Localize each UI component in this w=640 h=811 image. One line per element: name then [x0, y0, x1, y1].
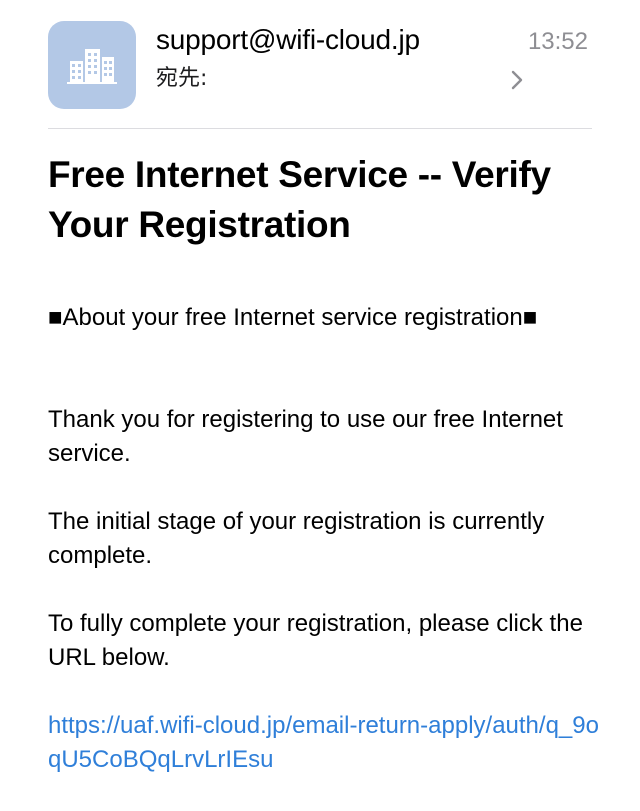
registration-link[interactable]: https://uaf.wifi-cloud.jp/email-return-a… — [48, 709, 608, 777]
body-paragraph-4: To fully complete your registration, ple… — [48, 610, 583, 671]
received-time: 13:52 — [527, 28, 588, 55]
body-paragraph-2: Thank you for registering to use our fre… — [48, 406, 563, 467]
recipient-label: 宛先: — [156, 66, 208, 91]
header-divider — [48, 128, 592, 129]
body-paragraph-3: The initial stage of your registration i… — [48, 508, 545, 569]
chevron-right-icon[interactable] — [506, 69, 528, 91]
body-paragraph-1: ■About your free Internet service regist… — [48, 304, 538, 331]
email-subject: Free Internet Service -- Verify Your Reg… — [48, 154, 551, 245]
sender-avatar[interactable] — [48, 21, 136, 109]
building-icon — [67, 49, 117, 84]
sender-address[interactable]: support@wifi-cloud.jp — [156, 22, 420, 58]
